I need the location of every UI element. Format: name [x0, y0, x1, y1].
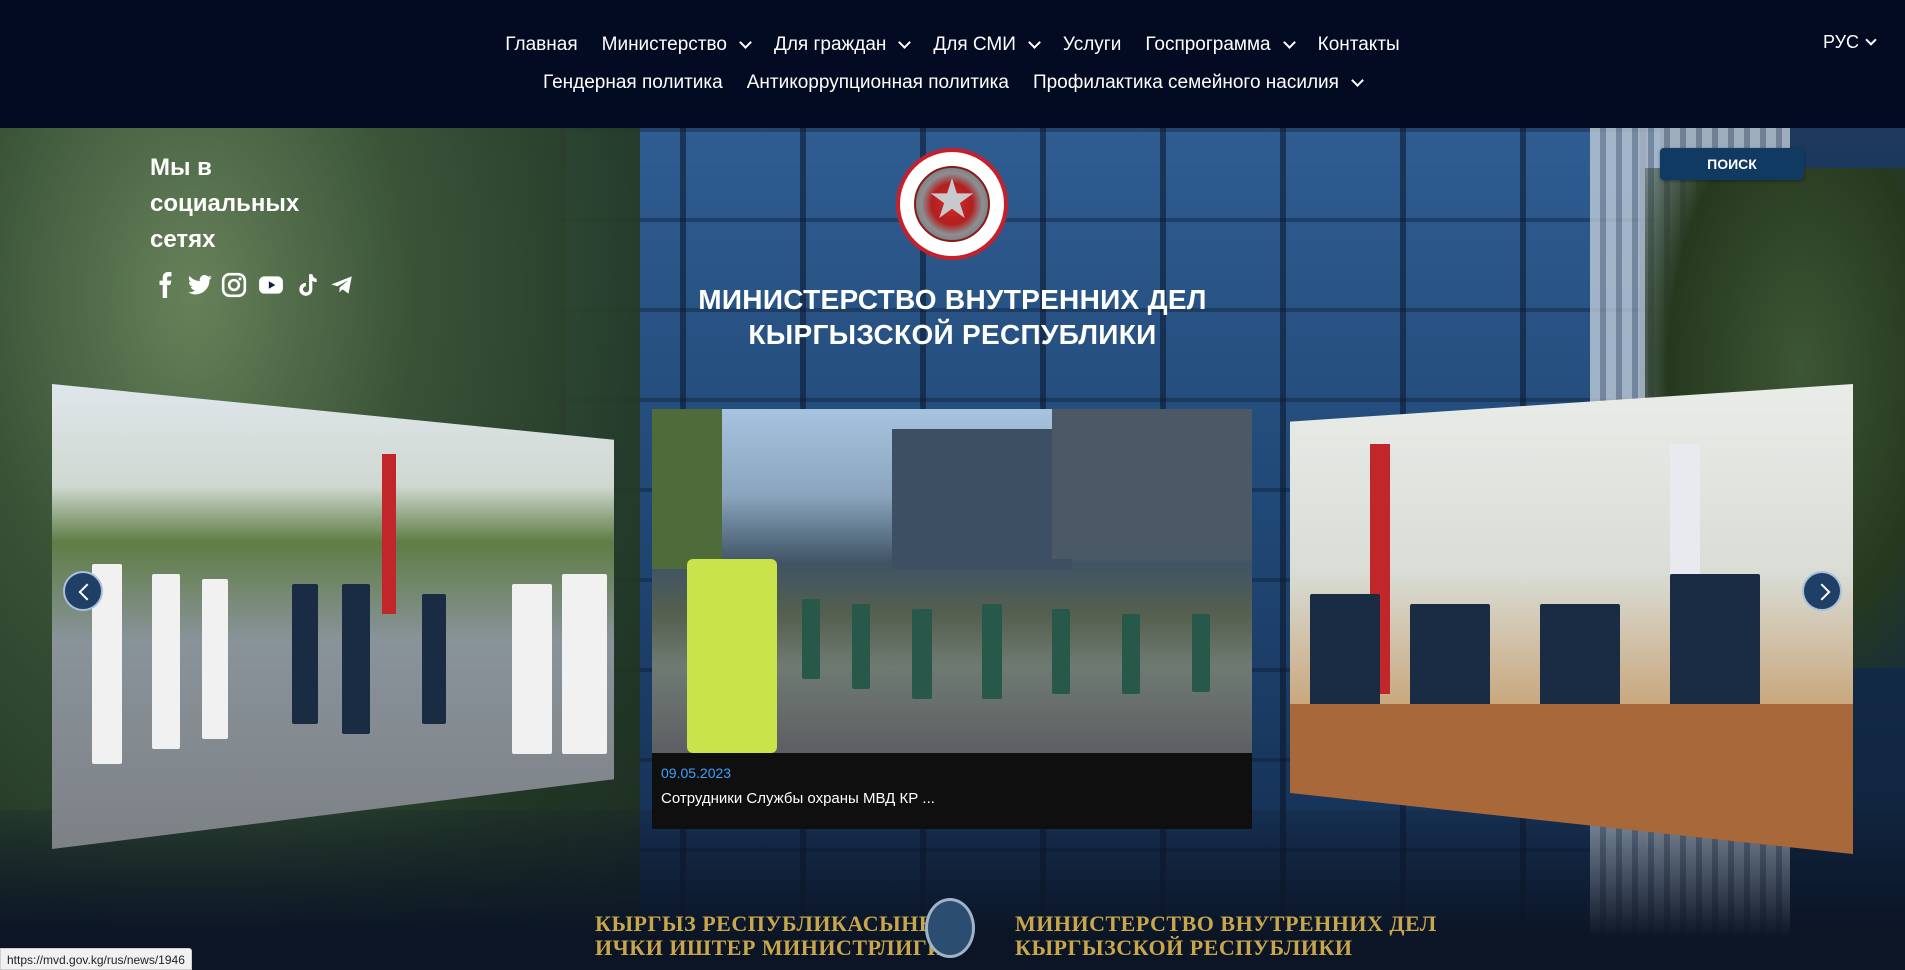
tiktok-icon[interactable] — [295, 272, 321, 298]
slide-photo — [652, 409, 1252, 753]
nav-item-label: Для граждан — [773, 34, 887, 55]
search-button[interactable]: ПОИСК — [1660, 148, 1804, 180]
nav-item-state-program[interactable]: Госпрограмма — [1133, 30, 1305, 60]
background-sign-russian: МИНИСТЕРСТВО ВНУТРЕННИХ ДЕЛ КЫРГЫЗСКОЙ Р… — [1015, 912, 1437, 960]
nav-row-primary: Главная Министерство Для граждан Для СМИ… — [0, 30, 1905, 60]
scene-figure — [422, 594, 446, 724]
carousel-next-button[interactable] — [1802, 571, 1842, 611]
nav-item-label: Главная — [505, 34, 578, 55]
carousel-slide-next[interactable] — [1290, 384, 1853, 854]
scene-figure — [1410, 604, 1490, 714]
scene-figure — [982, 604, 1002, 699]
scene-figure — [1540, 604, 1620, 714]
nav-item-label: Антикоррупционная политика — [746, 72, 1009, 93]
scene-figure — [202, 579, 228, 739]
scene-figure — [852, 604, 870, 689]
nav-item-ministry[interactable]: Министерство — [590, 30, 762, 60]
browser-status-url: https://mvd.gov.kg/rus/news/1946 — [0, 948, 192, 970]
carousel-slide-prev[interactable] — [52, 384, 614, 849]
sign-line: КЫРГЫЗ РЕСПУБЛИКАСЫНЫН — [595, 911, 959, 936]
chevron-down-icon — [739, 36, 752, 49]
scene-tree — [652, 409, 722, 569]
scene-figure — [292, 584, 318, 724]
nav-item-home[interactable]: Главная — [493, 30, 589, 60]
chevron-down-icon — [1865, 34, 1877, 46]
chevron-down-icon — [1351, 74, 1364, 87]
nav-item-label: Услуги — [1062, 34, 1122, 55]
nav-item-anticorruption[interactable]: Антикоррупционная политика — [735, 68, 1021, 98]
nav-item-label: Гендерная политика — [543, 72, 723, 93]
nav-item-family-violence[interactable]: Профилактика семейного насилия — [1021, 68, 1374, 98]
nav-item-contacts[interactable]: Контакты — [1306, 30, 1412, 60]
scene-figure — [1670, 574, 1760, 724]
nav-item-services[interactable]: Услуги — [1051, 30, 1133, 60]
nav-item-label: Госпрограмма — [1145, 34, 1271, 55]
sign-line: КЫРГЫЗСКОЙ РЕСПУБЛИКИ — [1015, 935, 1353, 960]
scene-figure — [1052, 609, 1070, 694]
site-title-line1: МИНИСТЕРСТВО ВНУТРЕННИХ ДЕЛ — [698, 284, 1207, 315]
instagram-icon[interactable] — [221, 272, 247, 298]
scene-flag — [382, 454, 396, 614]
site-title: МИНИСТЕРСТВО ВНУТРЕННИХ ДЕЛ КЫРГЫЗСКОЙ Р… — [600, 282, 1305, 352]
nav-item-media[interactable]: Для СМИ — [921, 30, 1051, 60]
background-sign-kyrgyz: КЫРГЫЗ РЕСПУБЛИКАСЫНЫН ИЧКИ ИШТЕР МИНИСТ… — [595, 912, 959, 960]
language-label: РУС — [1822, 32, 1859, 52]
site-title-line2: КЫРГЫЗСКОЙ РЕСПУБЛИКИ — [748, 319, 1157, 350]
slide-title[interactable]: Сотрудники Службы охраны МВД КР ... — [661, 790, 1243, 807]
chevron-down-icon — [898, 36, 912, 49]
nav-row-secondary: Гендерная политика Антикоррупционная пол… — [0, 68, 1905, 98]
social-heading: Мы в социальных сетях — [150, 154, 300, 253]
scene-figure — [512, 584, 552, 754]
carousel-prev-button[interactable] — [63, 571, 103, 611]
scene-building — [1052, 409, 1252, 559]
background-emblem — [925, 898, 975, 958]
scene-figure — [1310, 594, 1380, 714]
scene-officer — [687, 559, 777, 753]
carousel-slide-active[interactable]: 09.05.2023 Сотрудники Службы охраны МВД … — [652, 409, 1252, 829]
slide-caption: 09.05.2023 Сотрудники Службы охраны МВД … — [652, 753, 1252, 829]
nav-item-label: Для СМИ — [933, 34, 1016, 55]
slide-date: 09.05.2023 — [661, 765, 732, 781]
nav-item-label: Профилактика семейного насилия — [1032, 72, 1339, 93]
scene-figure — [1192, 614, 1210, 692]
scene-figure — [802, 599, 820, 679]
twitter-icon[interactable] — [187, 272, 213, 298]
sign-line: МИНИСТЕРСТВО ВНУТРЕННИХ ДЕЛ — [1015, 911, 1437, 936]
social-icons — [153, 272, 355, 298]
scene-figure — [1122, 614, 1140, 694]
sign-line: ИЧКИ ИШТЕР МИНИСТРЛИГИ — [595, 935, 945, 960]
chevron-down-icon — [1028, 36, 1041, 49]
youtube-icon[interactable] — [255, 272, 287, 298]
language-selector[interactable]: РУС — [1822, 32, 1877, 53]
scene-figure — [562, 574, 607, 754]
nav-item-citizens[interactable]: Для граждан — [762, 30, 921, 60]
scene-figure — [912, 609, 932, 699]
nav-item-gender-policy[interactable]: Гендерная политика — [531, 68, 735, 98]
nav-item-label: Контакты — [1317, 34, 1400, 55]
telegram-icon[interactable] — [329, 272, 355, 298]
nav-item-label: Министерство — [601, 34, 727, 55]
scene-figure — [342, 584, 370, 734]
ministry-logo[interactable] — [896, 148, 1008, 260]
chevron-down-icon — [1282, 36, 1296, 49]
facebook-icon[interactable] — [153, 272, 179, 298]
scene-building — [892, 429, 1072, 569]
top-navigation: Главная Министерство Для граждан Для СМИ… — [0, 0, 1905, 128]
scene-figure — [152, 574, 180, 749]
